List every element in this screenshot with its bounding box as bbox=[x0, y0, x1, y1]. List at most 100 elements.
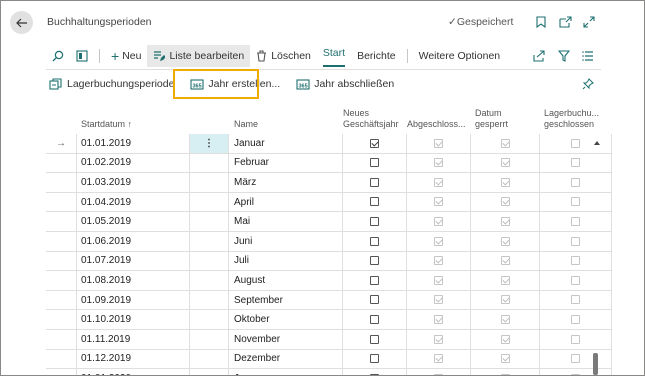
cell-name[interactable]: Juni bbox=[228, 231, 343, 252]
cell-start-date[interactable]: 01.08.2019 bbox=[76, 270, 190, 291]
column-header-inventory-closed[interactable]: Lagerbuchu... geschlossen bbox=[539, 108, 612, 134]
cell-name[interactable]: September bbox=[228, 290, 343, 311]
row-selector[interactable] bbox=[46, 368, 77, 375]
row-actions-cell[interactable] bbox=[189, 290, 229, 311]
cell-start-date[interactable]: 01.02.2019 bbox=[76, 153, 190, 174]
more-options-button[interactable]: Weitere Optionen bbox=[413, 45, 507, 67]
row-selector[interactable] bbox=[46, 211, 77, 232]
row-selector[interactable] bbox=[46, 192, 77, 213]
cell-start-date[interactable]: 01.06.2019 bbox=[76, 231, 190, 252]
cell-start-date[interactable]: 01.12.2019 bbox=[76, 349, 190, 370]
row-actions-cell[interactable] bbox=[189, 211, 229, 232]
cell-name[interactable]: November bbox=[228, 329, 343, 350]
cell-name[interactable]: April bbox=[228, 192, 343, 213]
close-year-button[interactable]: 365 Jahr abschließen bbox=[296, 73, 394, 95]
delete-button[interactable]: Löschen bbox=[250, 45, 317, 67]
row-actions-cell[interactable] bbox=[189, 349, 229, 370]
cell-name[interactable]: Mai bbox=[228, 211, 343, 232]
table-row[interactable]: 01.10.2019 Oktober bbox=[46, 309, 612, 330]
open-new-window-icon[interactable] bbox=[558, 15, 572, 29]
table-row[interactable]: 01.05.2019 Mai bbox=[46, 211, 612, 232]
cell-name[interactable]: März bbox=[228, 172, 343, 193]
row-selector[interactable] bbox=[46, 251, 77, 272]
column-header-name[interactable]: Name bbox=[228, 108, 343, 134]
cell-start-date[interactable]: 01.01.2019 bbox=[76, 134, 190, 154]
cell-start-date[interactable]: 01.04.2019 bbox=[76, 192, 190, 213]
checkbox-new-fiscal-year[interactable] bbox=[370, 197, 379, 207]
table-row[interactable]: → 01.01.2019 ⋮ Januar bbox=[46, 134, 612, 154]
row-selector[interactable] bbox=[46, 172, 77, 193]
checkbox-new-fiscal-year[interactable] bbox=[370, 256, 379, 266]
filter-icon[interactable] bbox=[557, 49, 571, 63]
cell-name[interactable]: Juli bbox=[228, 251, 343, 272]
list-view-icon[interactable] bbox=[581, 49, 595, 63]
cell-name[interactable]: Januar bbox=[228, 368, 343, 375]
checkbox-new-fiscal-year[interactable] bbox=[370, 354, 379, 364]
row-actions-cell[interactable] bbox=[189, 368, 229, 375]
back-button[interactable] bbox=[10, 11, 33, 34]
row-selector[interactable] bbox=[46, 231, 77, 252]
row-actions-cell[interactable]: ⋮ bbox=[189, 134, 229, 154]
row-actions-cell[interactable] bbox=[189, 192, 229, 213]
row-selector[interactable] bbox=[46, 329, 77, 350]
cell-name[interactable]: Februar bbox=[228, 153, 343, 174]
cell-start-date[interactable]: 01.10.2019 bbox=[76, 309, 190, 330]
row-selector[interactable]: → bbox=[46, 134, 77, 154]
checkbox-new-fiscal-year[interactable] bbox=[370, 217, 379, 227]
cell-start-date[interactable]: 01.07.2019 bbox=[76, 251, 190, 272]
expand-icon[interactable] bbox=[582, 15, 596, 29]
column-header-closed[interactable]: Abgeschloss... bbox=[406, 108, 471, 134]
table-row[interactable]: 01.06.2019 Juni bbox=[46, 231, 612, 252]
row-actions-cell[interactable] bbox=[189, 172, 229, 193]
table-row[interactable]: 01.02.2019 Februar bbox=[46, 153, 612, 174]
cell-name[interactable]: Dezember bbox=[228, 349, 343, 370]
cell-start-date[interactable]: 01.09.2019 bbox=[76, 290, 190, 311]
scroll-up-arrow[interactable] bbox=[594, 141, 600, 145]
table-row[interactable]: 01.07.2019 Juli bbox=[46, 251, 612, 272]
new-button[interactable]: + Neu bbox=[105, 45, 147, 67]
row-actions-cell[interactable] bbox=[189, 231, 229, 252]
column-header-start-date[interactable]: Startdatum ↑ bbox=[76, 108, 190, 134]
checkbox-new-fiscal-year[interactable] bbox=[370, 315, 379, 324]
inventory-period-button[interactable]: Lagerbuchungsperiode bbox=[49, 73, 174, 95]
checkbox-new-fiscal-year[interactable] bbox=[370, 236, 379, 246]
row-actions-cell[interactable] bbox=[189, 153, 229, 174]
checkbox-new-fiscal-year[interactable] bbox=[370, 295, 379, 305]
checkbox-new-fiscal-year[interactable] bbox=[370, 138, 379, 148]
row-selector[interactable] bbox=[46, 153, 77, 174]
share-icon[interactable] bbox=[532, 49, 546, 63]
cell-start-date[interactable]: 01.01.2020 bbox=[76, 368, 190, 375]
checkbox-new-fiscal-year[interactable] bbox=[370, 275, 379, 285]
table-row[interactable]: 01.11.2019 November bbox=[46, 329, 612, 350]
table-row[interactable]: 01.04.2019 April bbox=[46, 192, 612, 213]
row-selector[interactable] bbox=[46, 270, 77, 291]
search-button[interactable] bbox=[46, 45, 70, 67]
table-row[interactable]: 01.03.2019 März bbox=[46, 172, 612, 193]
column-header-date-locked[interactable]: Datum gesperrt bbox=[470, 108, 540, 134]
row-selector[interactable] bbox=[46, 349, 77, 370]
row-actions-cell[interactable] bbox=[189, 251, 229, 272]
row-actions-cell[interactable] bbox=[189, 309, 229, 330]
scrollbar-thumb[interactable] bbox=[593, 353, 598, 375]
cell-start-date[interactable]: 01.05.2019 bbox=[76, 211, 190, 232]
row-actions-cell[interactable] bbox=[189, 270, 229, 291]
tab-start[interactable]: Start bbox=[317, 45, 351, 67]
checkbox-new-fiscal-year[interactable] bbox=[370, 177, 379, 187]
row-selector[interactable] bbox=[46, 290, 77, 311]
checkbox-new-fiscal-year[interactable] bbox=[370, 334, 379, 344]
row-selector[interactable] bbox=[46, 309, 77, 330]
cell-start-date[interactable]: 01.11.2019 bbox=[76, 329, 190, 350]
cell-name[interactable]: Oktober bbox=[228, 309, 343, 330]
table-row[interactable]: 01.12.2019 Dezember bbox=[46, 349, 612, 370]
edit-list-button[interactable]: Liste bearbeiten bbox=[147, 45, 251, 67]
cell-start-date[interactable]: 01.03.2019 bbox=[76, 172, 190, 193]
checkbox-new-fiscal-year[interactable] bbox=[370, 158, 379, 168]
table-row[interactable]: 01.01.2020 Januar bbox=[46, 368, 612, 375]
tab-reports[interactable]: Berichte bbox=[351, 45, 402, 67]
cell-name[interactable]: August bbox=[228, 270, 343, 291]
row-actions-cell[interactable] bbox=[189, 329, 229, 350]
table-row[interactable]: 01.09.2019 September bbox=[46, 290, 612, 311]
cell-name[interactable]: Januar bbox=[228, 134, 343, 154]
pin-icon[interactable] bbox=[581, 77, 595, 91]
bookmark-icon[interactable] bbox=[534, 15, 548, 29]
